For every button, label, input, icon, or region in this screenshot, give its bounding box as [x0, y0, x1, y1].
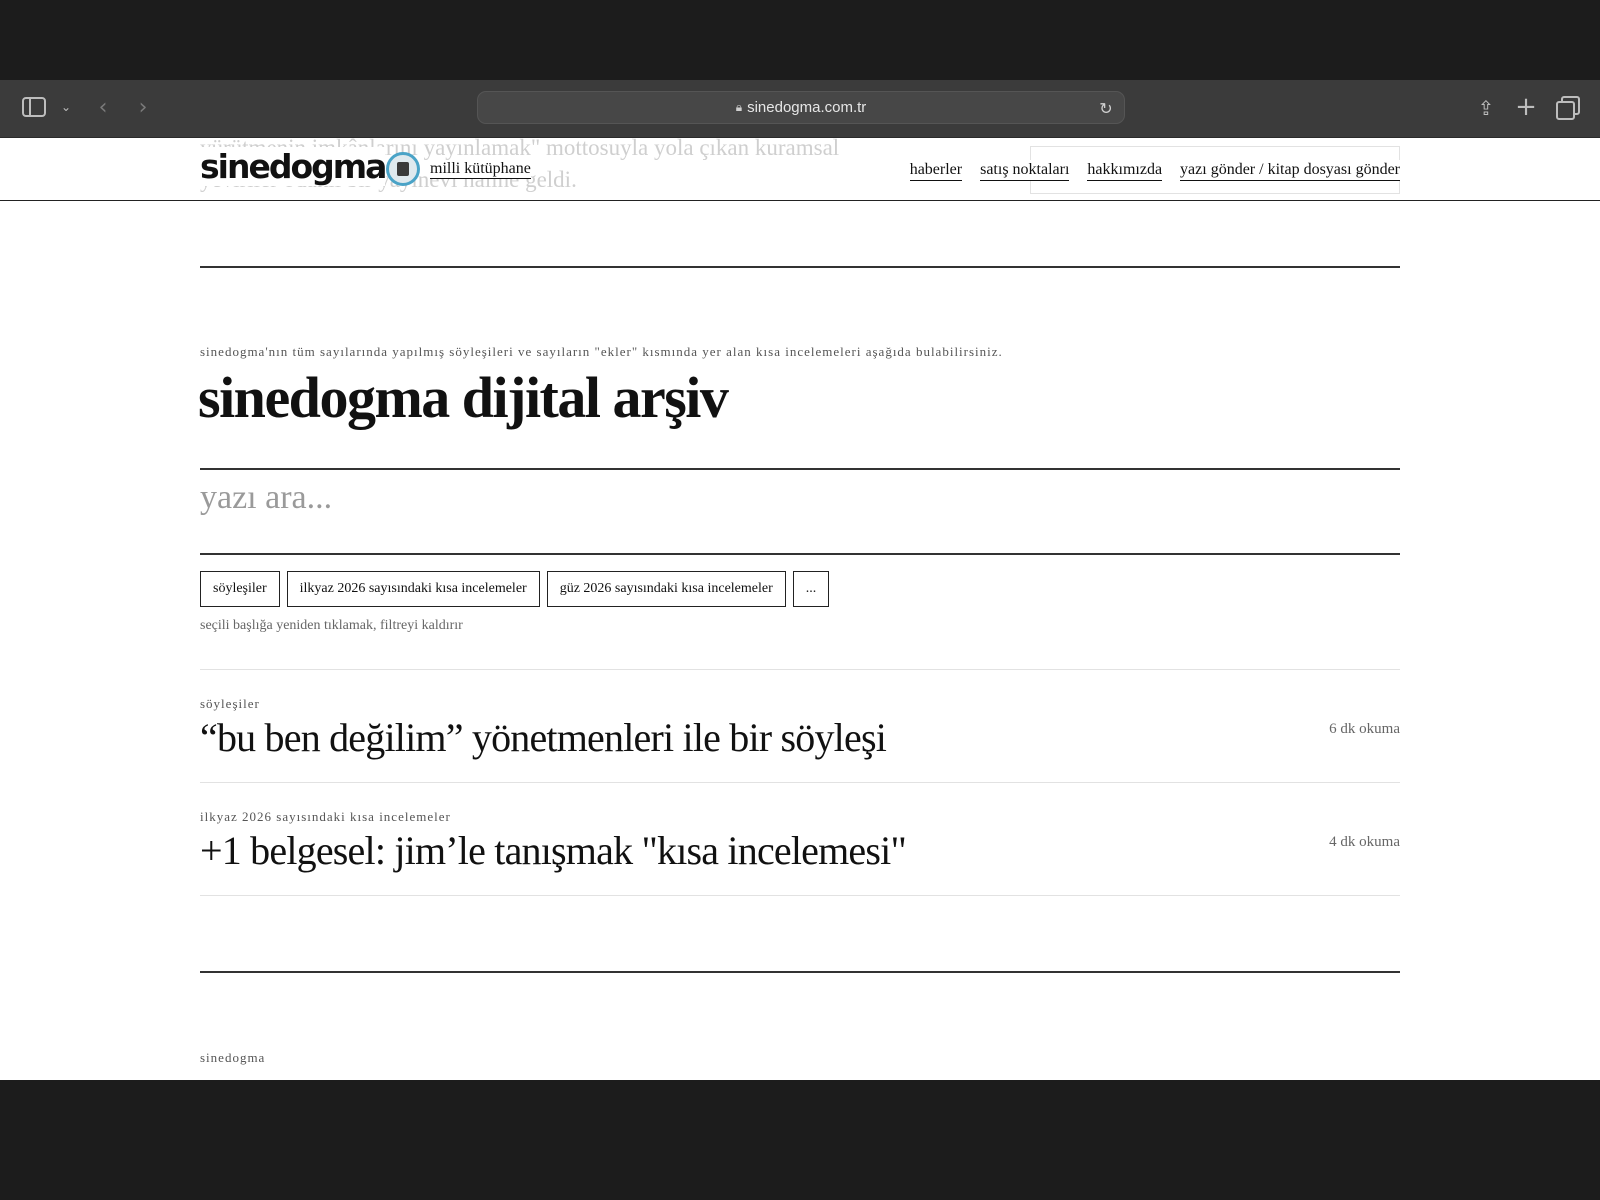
nav-satis-noktalari[interactable]: satış noktaları: [980, 160, 1070, 181]
filter-more[interactable]: ...: [792, 571, 830, 607]
screen-top-bezel: [0, 0, 1600, 80]
footer-divider: [200, 971, 1400, 973]
archive-intro: sinedogma'nın tüm sayılarında yapılmış s…: [200, 344, 1003, 359]
site-header: yürütmenin imkânlarını yayınlamak" motto…: [0, 138, 1600, 201]
nav-yazi-gonder[interactable]: yazı gönder / kitap dosyası gönder: [1180, 160, 1400, 181]
filter-hint: seçili başlığa yeniden tıklamak, filtrey…: [200, 618, 463, 633]
page-title: sinedogma dijital arşiv: [198, 365, 729, 430]
article-category: söyleşiler: [200, 696, 260, 711]
article-read-time: 4 dk okuma: [1329, 834, 1400, 850]
footer-site-name: sinedogma: [200, 1050, 266, 1065]
url-text: sinedogma.com.tr: [747, 99, 867, 116]
list-divider: [200, 895, 1400, 896]
browser-toolbar: ⌄ ‹ › 🔒︎ sinedogma.com.tr ↻ ⇪ +: [0, 80, 1600, 138]
site-logo[interactable]: sinedogma: [200, 147, 387, 186]
reload-icon[interactable]: ↻: [1096, 98, 1116, 118]
search-input[interactable]: [200, 470, 1400, 526]
article-category: ilkyaz 2026 sayısındaki kısa incelemeler: [200, 809, 451, 824]
library-emblem-icon: [386, 152, 420, 186]
sidebar-toggle-icon[interactable]: [22, 97, 46, 117]
filter-soylesiler[interactable]: söyleşiler: [200, 571, 280, 607]
nav-haberler[interactable]: haberler: [909, 160, 963, 181]
chevron-down-icon[interactable]: ⌄: [58, 96, 74, 118]
web-page: yürütmenin imkânlarını yayınlamak" motto…: [0, 138, 1600, 1080]
main-nav: haberler satış noktaları hakkımızda yazı…: [909, 160, 1400, 181]
article-title[interactable]: +1 belgesel: jim’le tanışmak "kısa incel…: [200, 827, 907, 874]
plus-icon[interactable]: +: [1514, 92, 1538, 122]
address-bar[interactable]: 🔒︎ sinedogma.com.tr ↻: [477, 91, 1125, 124]
lock-icon: 🔒︎: [735, 100, 743, 114]
section-divider: [200, 266, 1400, 268]
article-item[interactable]: ilkyaz 2026 sayısındaki kısa incelemeler…: [200, 783, 1400, 895]
screen-bottom-bezel: [0, 1080, 1600, 1200]
tab-overview-icon[interactable]: [1556, 96, 1580, 120]
search-divider: [200, 553, 1400, 555]
chevron-left-icon[interactable]: ‹: [92, 94, 114, 120]
filter-bar: söyleşiler ilkyaz 2026 sayısındaki kısa …: [200, 571, 830, 607]
nav-hakkimizda[interactable]: hakkımızda: [1087, 160, 1163, 181]
milli-kutuphane-label: milli kütüphane: [430, 159, 531, 179]
share-icon[interactable]: ⇪: [1474, 94, 1498, 122]
filter-guz-2026[interactable]: güz 2026 sayısındaki kısa incelemeler: [546, 571, 786, 607]
article-item[interactable]: söyleşiler “bu ben değilim” yönetmenleri…: [200, 670, 1400, 782]
filter-ilkyaz-2026[interactable]: ilkyaz 2026 sayısındaki kısa incelemeler: [286, 571, 540, 607]
chevron-right-icon[interactable]: ›: [132, 94, 154, 120]
article-read-time: 6 dk okuma: [1329, 721, 1400, 737]
article-title[interactable]: “bu ben değilim” yönetmenleri ile bir sö…: [200, 714, 887, 761]
milli-kutuphane-link[interactable]: milli kütüphane: [386, 152, 531, 186]
